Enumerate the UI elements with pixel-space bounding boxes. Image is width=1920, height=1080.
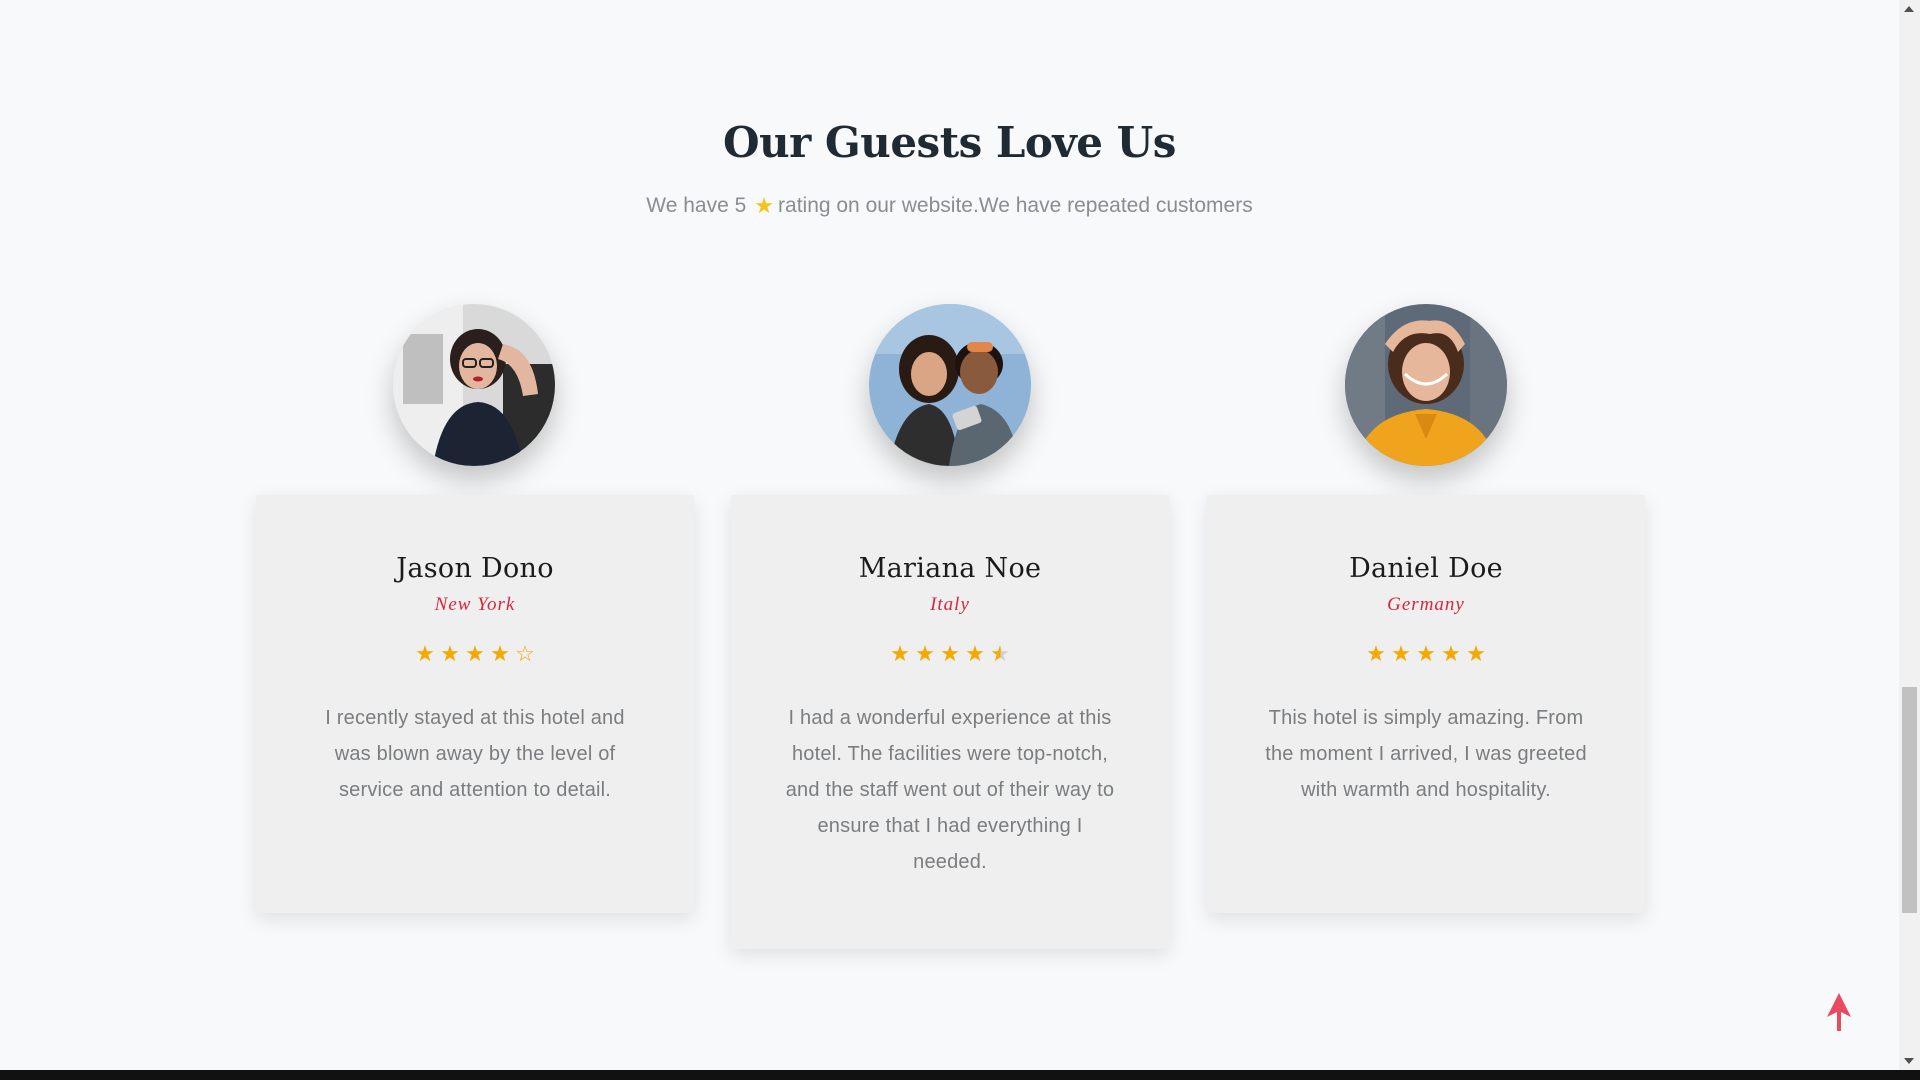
section-subtitle: We have 5 ★ rating on our website.We have … — [0, 193, 1899, 219]
scrollbar-thumb[interactable] — [1902, 687, 1917, 913]
guest-photo-mariana — [869, 304, 1031, 466]
star-rating: ★ ★ ★ ★ ☆ — [256, 642, 694, 666]
avatar — [393, 304, 555, 466]
star-icon: ★ — [1366, 641, 1386, 666]
back-to-top-button[interactable] — [1825, 993, 1853, 1031]
star-icon: ★ — [490, 641, 510, 666]
scroll-down-arrow-icon[interactable] — [1904, 1058, 1914, 1064]
avatar — [1345, 304, 1507, 466]
page: Our Guests Love Us We have 5 ★ rating on o… — [0, 0, 1920, 1080]
testimonial-text: I had a wonderful experience at this hot… — [785, 707, 1115, 873]
star-rating: ★ ★ ★ ★ ★ — [731, 642, 1169, 666]
star-icon: ★ — [754, 193, 775, 218]
testimonial-text: This hotel is simply amazing. From the m… — [1265, 707, 1587, 801]
star-icon: ★ — [1391, 641, 1411, 666]
guest-location: Italy — [930, 594, 970, 615]
star-icon: ★ — [1466, 641, 1486, 666]
star-icon: ★ — [940, 641, 960, 666]
guest-name: Jason Dono — [396, 553, 554, 584]
section-title: Our Guests Love Us — [723, 118, 1176, 167]
scroll-up-arrow-icon[interactable] — [1904, 6, 1914, 12]
testimonial-card: Daniel Doe Germany ★ ★ ★ ★ ★ This hotel … — [1207, 495, 1645, 913]
guest-name: Daniel Doe — [1349, 553, 1503, 584]
star-icon: ★ — [1441, 641, 1461, 666]
star-icon: ★ — [440, 641, 460, 666]
testimonial-card: Jason Dono New York ★ ★ ★ ★ ☆ I recently… — [256, 495, 694, 913]
star-outline-icon: ☆ — [515, 641, 535, 666]
scrollbar[interactable] — [1899, 0, 1920, 1070]
guest-location: New York — [434, 594, 516, 615]
avatar — [869, 304, 1031, 466]
star-icon: ★ — [965, 641, 985, 666]
subtitle-text-after: rating on our website.We have repeated c… — [778, 194, 1253, 217]
footer-top-edge — [0, 1070, 1920, 1080]
guest-photo-daniel — [1345, 304, 1507, 466]
guest-location: Germany — [1387, 594, 1465, 615]
star-icon: ★ — [465, 641, 485, 666]
star-icon: ★ — [915, 641, 935, 666]
star-icon: ★ — [1416, 641, 1436, 666]
star-half-icon: ★ — [990, 641, 1010, 666]
star-icon: ★ — [890, 641, 910, 666]
guest-name: Mariana Noe — [858, 553, 1042, 584]
star-rating: ★ ★ ★ ★ ★ — [1207, 642, 1645, 666]
testimonial-card: Mariana Noe Italy ★ ★ ★ ★ ★ I had a wond… — [731, 495, 1169, 949]
guest-photo-jason — [393, 304, 555, 466]
testimonial-text: I recently stayed at this hotel and was … — [325, 707, 625, 801]
arrow-up-icon — [1827, 993, 1851, 1031]
star-icon: ★ — [415, 641, 435, 666]
testimonials-section: Our Guests Love Us We have 5 ★ rating on o… — [0, 0, 1899, 1070]
subtitle-text-before: We have 5 — [646, 194, 747, 217]
